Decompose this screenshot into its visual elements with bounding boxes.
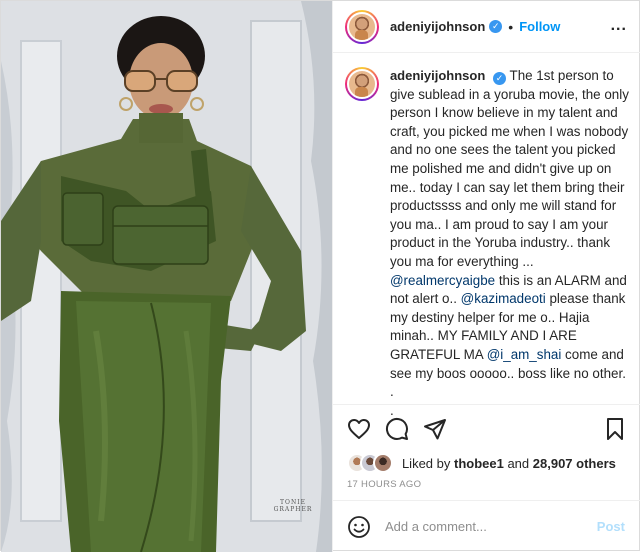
- share-icon[interactable]: [423, 417, 447, 441]
- likes-prefix: Liked by: [401, 455, 454, 471]
- likes-middle: and: [503, 455, 533, 471]
- bookmark-icon[interactable]: [603, 417, 627, 441]
- comment-icon[interactable]: [385, 417, 409, 441]
- likes-summary: Liked by thobee1 and 28,907 others: [346, 453, 616, 473]
- caption-trailing-dot-1: .: [389, 384, 394, 400]
- action-bar: [332, 404, 640, 452]
- post-details-panel: adeniyijohnson ✓ • Follow ... adeniyijoh…: [331, 1, 640, 552]
- post-comment-button[interactable]: Post: [597, 519, 625, 534]
- caption-author-avatar[interactable]: [344, 67, 379, 101]
- mention-link-1[interactable]: @realmercyaigbe: [390, 273, 495, 288]
- instagram-post: TONIE GRAPHER adeniyijohnson ✓ • Follow …: [0, 0, 640, 552]
- post-timestamp[interactable]: 17 HOURS AGO: [347, 479, 421, 490]
- watermark-line-2: GRAPHER: [273, 506, 313, 513]
- mention-link-2[interactable]: @kazimadeoti: [461, 291, 546, 306]
- caption-verified-badge-icon: ✓: [493, 72, 507, 85]
- liker-avatar[interactable]: [372, 453, 393, 473]
- caption-author-username[interactable]: adeniyijohnson: [390, 68, 485, 83]
- post-photo-illustration: [1, 1, 332, 552]
- post-header: adeniyijohnson ✓ • Follow ...: [332, 1, 640, 53]
- comment-composer: Post: [332, 500, 640, 552]
- separator-dot: •: [508, 18, 514, 35]
- likes-count-link[interactable]: 28,907 others: [533, 456, 616, 471]
- likes-text: Liked by thobee1 and 28,907 others: [402, 456, 616, 471]
- likes-user-link[interactable]: thobee1: [454, 456, 504, 471]
- post-image[interactable]: TONIE GRAPHER: [1, 1, 332, 552]
- emoji-icon[interactable]: [347, 515, 371, 539]
- verified-badge-icon: ✓: [489, 20, 503, 33]
- more-icon[interactable]: ...: [611, 17, 627, 35]
- mention-link-3[interactable]: @i_am_shai: [487, 347, 562, 362]
- author-username[interactable]: adeniyijohnson: [390, 19, 485, 34]
- author-avatar[interactable]: [344, 9, 379, 44]
- caption-text: adeniyijohnson ✓ The 1st person to give …: [390, 67, 630, 420]
- image-watermark: TONIE GRAPHER: [273, 499, 313, 513]
- watermark-line-1: TONIE: [280, 499, 306, 506]
- follow-button[interactable]: Follow: [519, 19, 560, 34]
- post-caption: adeniyijohnson ✓ The 1st person to give …: [344, 67, 635, 420]
- heart-icon[interactable]: [347, 417, 371, 441]
- comment-input[interactable]: [384, 519, 585, 534]
- caption-body-part-1: The 1st person to give sublead in a yoru…: [389, 68, 629, 269]
